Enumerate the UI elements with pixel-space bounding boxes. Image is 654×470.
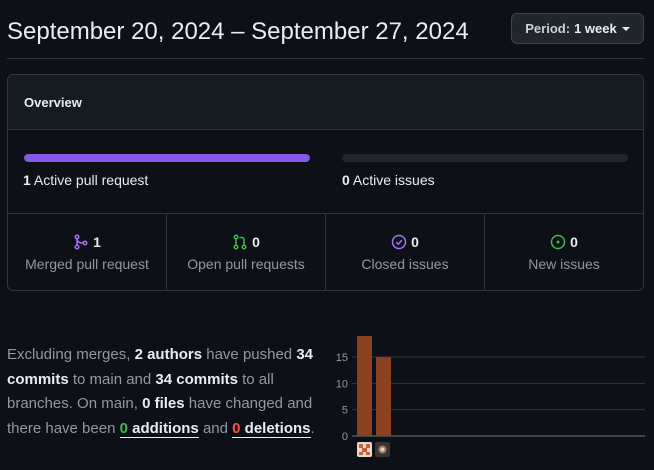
active-issues-label[interactable]: 0 Active issues xyxy=(342,172,435,188)
stat-value: 1 xyxy=(93,233,101,250)
y-tick-label: 10 xyxy=(336,378,348,390)
summary-text: to main and xyxy=(68,370,156,388)
author-avatar[interactable] xyxy=(375,442,390,457)
deletions-count: 0 xyxy=(232,419,241,437)
additions-link[interactable]: 0 additions xyxy=(119,419,199,438)
additions-count: 0 xyxy=(119,419,128,437)
commit-bar[interactable] xyxy=(376,357,391,436)
git-pull-request-icon xyxy=(233,233,247,250)
page-title: September 20, 2024 – September 27, 2024 xyxy=(7,18,469,45)
commit-bar[interactable] xyxy=(357,336,372,436)
stat-merged-pull-requests[interactable]: 1 Merged pull request xyxy=(8,214,167,290)
summary-text: . xyxy=(310,419,315,437)
active-issues-text: Active issues xyxy=(352,172,435,188)
deletions-label: deletions xyxy=(240,419,311,437)
stat-label: New issues xyxy=(528,255,600,272)
issue-opened-icon xyxy=(550,234,566,249)
git-merge-icon xyxy=(74,233,88,250)
commits-all-count: 34 commits xyxy=(155,370,238,388)
author-avatar[interactable] xyxy=(357,442,372,457)
stat-value: 0 xyxy=(411,233,419,250)
summary-text: and xyxy=(198,419,233,437)
additions-label: additions xyxy=(127,419,199,437)
active-pr-count: 1 xyxy=(23,172,31,188)
period-label: Period: xyxy=(525,21,571,36)
commit-summary: Excluding merges, 2 authors have pushed … xyxy=(7,343,337,441)
stat-value: 0 xyxy=(570,233,578,250)
stat-label: Merged pull request xyxy=(25,255,149,272)
stat-open-pull-requests[interactable]: 0 Open pull requests xyxy=(167,214,326,290)
active-issues-count: 0 xyxy=(342,172,350,188)
y-tick-label: 0 xyxy=(342,431,348,443)
overview-stats: 1 Merged pull request 0 Open pull reques… xyxy=(8,214,643,290)
page-header: September 20, 2024 – September 27, 2024 … xyxy=(7,12,644,59)
y-tick-label: 15 xyxy=(336,352,348,364)
commits-by-author-chart: 0 5 10 15 xyxy=(336,336,645,443)
stat-closed-issues[interactable]: 0 Closed issues xyxy=(326,214,485,290)
files-changed-count: 0 files xyxy=(142,395,185,412)
summary-text: Excluding merges, xyxy=(7,346,135,363)
issues-progress-bar xyxy=(342,154,628,162)
stat-label: Open pull requests xyxy=(187,255,305,272)
deletions-link[interactable]: 0 deletions xyxy=(232,419,311,438)
pull-requests-progress-bar xyxy=(24,154,310,162)
authors-count: 2 authors xyxy=(134,346,203,363)
stat-new-issues[interactable]: 0 New issues xyxy=(485,214,643,290)
overview-heading: Overview xyxy=(8,75,643,130)
period-dropdown-button[interactable]: Period: 1 week xyxy=(511,13,644,44)
stat-value: 0 xyxy=(252,233,260,250)
period-value: 1 week xyxy=(574,21,617,36)
summary-text: have pushed xyxy=(202,346,297,363)
caret-down-icon xyxy=(621,26,630,31)
active-pr-text: Active pull request xyxy=(33,172,149,188)
y-tick-label: 5 xyxy=(342,405,348,417)
pull-requests-progress-fill xyxy=(24,154,310,162)
active-pull-request-label[interactable]: 1 Active pull request xyxy=(23,172,148,188)
stat-label: Closed issues xyxy=(361,255,449,272)
issue-closed-icon xyxy=(391,234,407,249)
